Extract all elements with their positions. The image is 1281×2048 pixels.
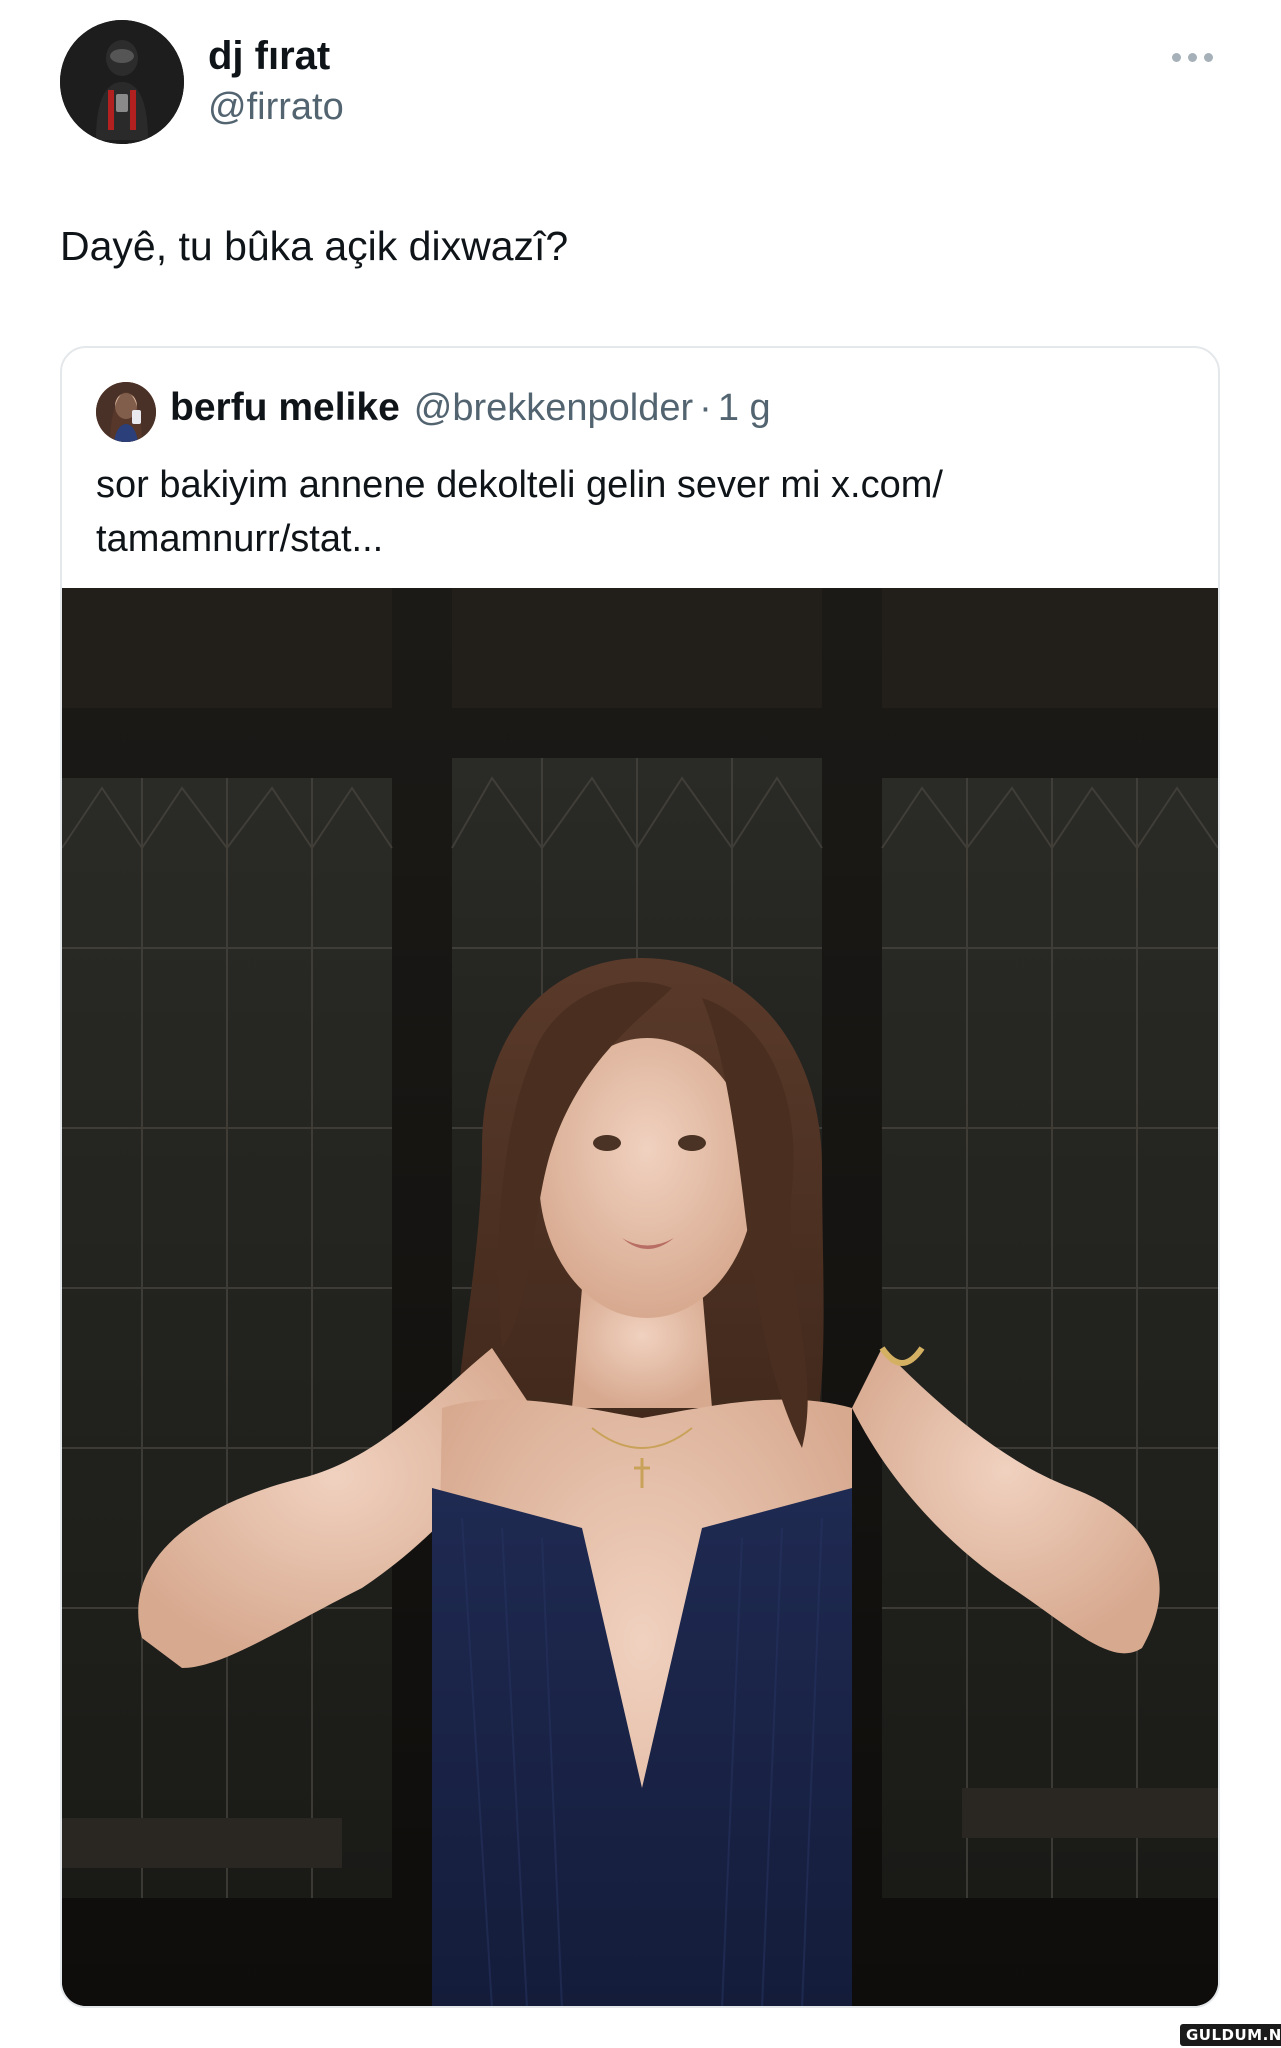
more-dot	[1187, 52, 1197, 62]
tweet-text: Dayê, tu bûka açik dixwazî?	[60, 223, 569, 269]
more-options-button[interactable]	[1162, 42, 1222, 72]
author-display-name[interactable]: dj fırat	[208, 32, 330, 80]
quoted-author-avatar[interactable]	[96, 382, 156, 442]
quoted-tweet-header: berfu melike @brekkenpolder · 1 g	[170, 386, 771, 436]
quoted-avatar-photo-icon	[96, 382, 156, 442]
quoted-tweet-photo[interactable]	[62, 588, 1218, 2006]
site-watermark: GULDUM.NET	[1180, 2024, 1281, 2046]
quoted-separator: ·	[699, 387, 712, 429]
more-dots-icon	[1171, 52, 1181, 62]
quoted-text-line: sor bakiyim annene dekolteli gelin sever…	[96, 464, 943, 506]
tweet: dj fırat @firrato Dayê, tu bûka açik dix…	[0, 0, 1281, 2048]
quoted-tweet-card[interactable]: berfu melike @brekkenpolder · 1 g sor ba…	[60, 346, 1220, 2008]
quoted-tweet-text: sor bakiyim annene dekolteli gelin sever…	[96, 458, 1186, 566]
quoted-author-handle[interactable]: @brekkenpolder	[414, 387, 693, 430]
author-handle[interactable]: @firrato	[208, 84, 344, 130]
quoted-text-line-link: tamamnurr/stat...	[96, 518, 384, 560]
quoted-timestamp[interactable]: 1 g	[718, 387, 771, 430]
avatar-photo-icon	[60, 20, 184, 144]
photo-image	[62, 588, 1218, 2006]
author-avatar[interactable]	[60, 20, 184, 144]
quoted-author-display-name[interactable]: berfu melike	[170, 386, 400, 430]
more-dot	[1203, 52, 1213, 62]
